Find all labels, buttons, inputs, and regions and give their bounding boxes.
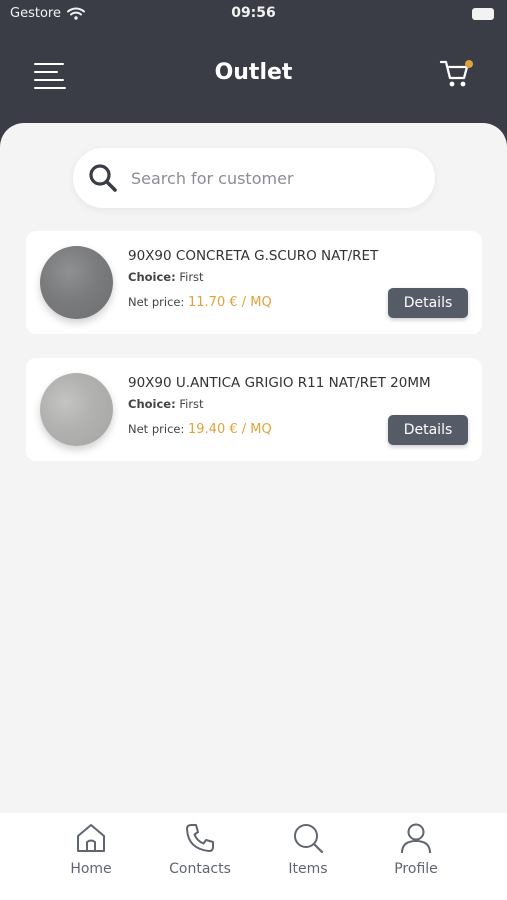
tab-items[interactable]: Items [258, 821, 358, 881]
tab-label: Profile [394, 861, 438, 877]
price-value: 11.70 € / MQ [188, 295, 272, 310]
home-icon [77, 824, 105, 852]
product-choice: Choice: First [128, 397, 204, 411]
details-button[interactable]: Details [388, 288, 468, 318]
profile-icon [401, 823, 431, 854]
product-title: 90X90 CONCRETA G.SCURO NAT/RET [128, 248, 379, 264]
choice-label: Choice: [128, 270, 176, 284]
cart-badge [465, 60, 473, 68]
tab-contacts[interactable]: Contacts [150, 821, 250, 881]
tab-label: Contacts [169, 861, 231, 877]
product-price: Net price: 19.40 € / MQ [128, 422, 272, 437]
app-header: Outlet [0, 40, 507, 110]
choice-value: First [179, 270, 204, 284]
page-title: Outlet [214, 60, 293, 85]
product-title: 90X90 U.ANTICA GRIGIO R11 NAT/RET 20MM [128, 375, 431, 391]
price-label: Net price: [128, 295, 185, 309]
choice-label: Choice: [128, 397, 176, 411]
battery-icon [472, 8, 494, 20]
search-icon [89, 164, 117, 192]
tab-label: Home [70, 861, 112, 877]
price-value: 19.40 € / MQ [188, 422, 272, 437]
status-bar: Gestore 09:56 [0, 0, 507, 30]
status-time: 09:56 [231, 5, 276, 21]
product-image [40, 373, 113, 446]
product-choice: Choice: First [128, 270, 204, 284]
menu-icon-line [34, 87, 66, 89]
cart-button[interactable] [438, 56, 478, 96]
price-label: Net price: [128, 422, 185, 436]
details-button[interactable]: Details [388, 415, 468, 445]
product-image [40, 246, 113, 319]
tab-label: Items [288, 861, 328, 877]
product-card[interactable]: 90X90 CONCRETA G.SCURO NAT/RET Choice: F… [26, 231, 482, 334]
main-content: 90X90 CONCRETA G.SCURO NAT/RET Choice: F… [0, 123, 507, 813]
tab-profile[interactable]: Profile [366, 821, 466, 881]
product-card[interactable]: 90X90 U.ANTICA GRIGIO R11 NAT/RET 20MM C… [26, 358, 482, 461]
phone-icon [186, 824, 214, 852]
choice-value: First [179, 397, 204, 411]
search-input[interactable] [131, 162, 421, 194]
bottom-tab-bar: Home Contacts Items Profile [0, 813, 507, 900]
tab-home[interactable]: Home [41, 821, 141, 881]
product-price: Net price: 11.70 € / MQ [128, 295, 272, 310]
search-bar[interactable] [73, 148, 435, 208]
search-icon [294, 824, 324, 854]
